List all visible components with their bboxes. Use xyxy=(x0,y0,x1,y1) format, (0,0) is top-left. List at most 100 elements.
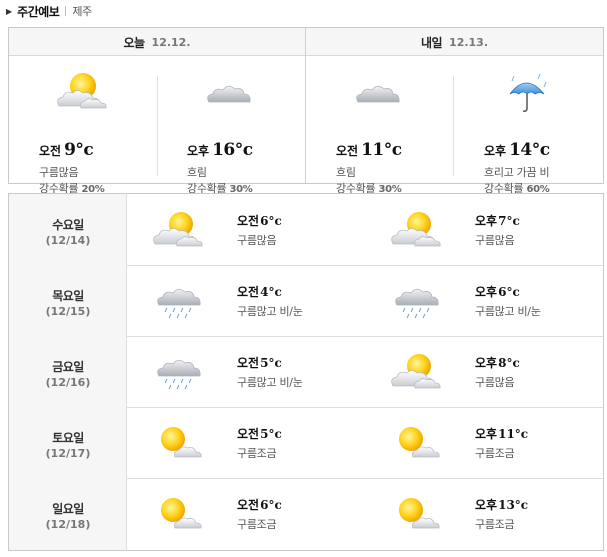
week-row: 금요일 (12/16) 오전 5°c 구름많고 비/눈 오후 8°c 구름많음 xyxy=(9,336,603,408)
cloudy-icon xyxy=(207,85,251,103)
forecast-pm: 오후 8°c 구름많음 xyxy=(367,336,597,407)
temperature: 오전 6°c xyxy=(237,212,282,229)
condition-text: 구름조금 xyxy=(475,518,515,531)
condition-text: 구름조금 xyxy=(237,518,277,531)
condition-text: 구름많음 xyxy=(475,234,515,247)
today-date: 12.12. xyxy=(151,35,191,49)
condition-text: 구름많고 비/눈 xyxy=(237,376,303,389)
day-headers: 오늘 12.12. 내일 12.13. xyxy=(9,28,603,56)
period-label: 오전 xyxy=(237,356,260,370)
period-label: 오전 xyxy=(237,427,260,441)
rain-snow-icon xyxy=(157,359,201,390)
period-label: 오전 xyxy=(237,214,260,228)
temperature-value: 4°c xyxy=(260,285,282,299)
triangle-bullet-icon: ▶ xyxy=(6,6,13,16)
partly-cloudy-icon xyxy=(391,212,441,247)
condition-text: 흐리고 가끔 비 xyxy=(484,166,550,179)
temperature-value: 6°c xyxy=(260,214,282,228)
partly-cloudy-icon xyxy=(391,354,441,389)
week-row: 토요일 (12/17) 오전 5°c 구름조금 오후 11°c 구름조금 xyxy=(9,407,603,479)
sun-cloud-small-icon xyxy=(399,498,440,529)
sun-cloud-small-icon xyxy=(161,427,202,458)
forecast-am: 오전 5°c 구름조금 xyxy=(129,407,359,478)
day-name: 목요일 xyxy=(52,289,84,303)
temperature-value: 11°c xyxy=(498,427,529,441)
week-row: 일요일 (12/18) 오전 6°c 구름조금 오후 13°c 구름조금 xyxy=(9,478,603,550)
forecast-pm: 오후 11°c 구름조금 xyxy=(367,407,597,478)
temperature-value: 5°c xyxy=(260,356,282,370)
day-name: 금요일 xyxy=(52,360,84,374)
day-name: 토요일 xyxy=(52,431,84,445)
period-label: 오전 xyxy=(336,144,359,158)
period-label: 오후 xyxy=(475,427,498,441)
condition-text: 구름많음 xyxy=(237,234,277,247)
forecast-am: 오전 6°c 구름많음 xyxy=(129,194,359,265)
condition-text: 구름많고 비/눈 xyxy=(475,305,541,318)
period-label: 오전 xyxy=(237,498,260,512)
temperature-value: 6°c xyxy=(498,285,520,299)
today-tomorrow-panel: 오늘 12.12. 내일 12.13. 오전 9°c 구름많음 강수확률 20%… xyxy=(8,27,604,195)
forecast-cell-today-am: 오전 9°c 구름많음 강수확률 20% xyxy=(9,56,157,195)
tomorrow-header: 내일 12.13. xyxy=(306,28,603,56)
temperature-value: 5°c xyxy=(260,427,282,441)
period-label: 오후 xyxy=(475,356,498,370)
forecast-am: 오전 5°c 구름많고 비/눈 xyxy=(129,336,359,407)
day-date: (12/17) xyxy=(45,447,91,460)
period-label: 오후 xyxy=(475,285,498,299)
tomorrow-date: 12.13. xyxy=(449,35,489,49)
sun-cloud-small-icon xyxy=(399,427,440,458)
temperature-value: 9°c xyxy=(64,140,94,160)
condition-text: 흐림 xyxy=(336,166,356,179)
condition-text: 구름많음 xyxy=(39,166,79,179)
day-name: 일요일 xyxy=(52,502,84,516)
forecast-cell-tomorrow-am: 오전 11°c 흐림 강수확률 30% xyxy=(306,56,454,195)
temperature-value: 11°c xyxy=(361,140,402,160)
cloudy-icon xyxy=(356,85,400,103)
period-label: 오후 xyxy=(475,214,498,228)
section-header: ▶ 주간예보 제주 xyxy=(6,2,92,20)
forecast-pm: 오후 13°c 구름조금 xyxy=(367,478,597,550)
weekly-forecast-table: 수요일 (12/14) 오전6°c 구름많음 오후7°c 구름많음 목요일 xyxy=(8,193,604,551)
condition-text: 구름많음 xyxy=(475,376,515,389)
temperature: 오전 5°c xyxy=(237,425,282,442)
partly-cloudy-icon xyxy=(153,212,203,247)
temperature: 오전 6°c xyxy=(237,496,282,513)
today-label: 오늘 xyxy=(123,35,145,50)
temperature-value: 7°c xyxy=(498,214,520,228)
condition-text: 구름조금 xyxy=(237,447,277,460)
day-cell: 목요일 (12/15) xyxy=(9,265,127,336)
partly-cloudy-icon xyxy=(57,73,107,109)
umbrella-icon xyxy=(509,73,547,112)
day-date: (12/18) xyxy=(45,518,91,531)
section-title: 주간예보 xyxy=(17,4,60,19)
temperature: 오후 13°c xyxy=(475,496,528,513)
temperature: 오전 4°c xyxy=(237,283,282,300)
week-row: 목요일 (12/15) 오전 4°c 구름많고 비/눈 오후 6°c 구름많고 비/… xyxy=(9,265,603,337)
day-name: 수요일 xyxy=(52,218,84,232)
forecast-pm: 오후 6°c 구름많고 비/눈 xyxy=(367,265,597,336)
temperature-value: 14°c xyxy=(509,140,550,160)
condition-text: 구름조금 xyxy=(475,447,515,460)
divider xyxy=(65,6,67,16)
day-cell: 금요일 (12/16) xyxy=(9,336,127,407)
period-label: 오후 xyxy=(484,144,507,158)
temperature: 오후 11°c xyxy=(475,425,528,442)
rain-snow-icon xyxy=(157,288,201,319)
condition-text: 구름많고 비/눈 xyxy=(237,305,303,318)
period-label: 오후 xyxy=(475,498,498,512)
temperature: 오전 5°c xyxy=(237,354,282,371)
temperature: 오전 11°c xyxy=(336,140,402,160)
condition-text: 흐림 xyxy=(187,166,207,179)
forecast-pm: 오후 7°c 구름많음 xyxy=(367,194,597,265)
forecast-cell-tomorrow-pm: 오후 14°c 흐리고 가끔 비 강수확률 60% xyxy=(454,56,602,195)
temperature: 오후 6°c xyxy=(475,283,520,300)
period-label: 오후 xyxy=(187,144,210,158)
temperature-value: 6°c xyxy=(260,498,282,512)
sun-cloud-small-icon xyxy=(161,498,202,529)
temperature-value: 8°c xyxy=(498,356,520,370)
temperature: 오후 8°c xyxy=(475,354,520,371)
forecast-cell-today-pm: 오후 16°c 흐림 강수확률 30% xyxy=(157,56,305,195)
temperature: 오전 9°c xyxy=(39,140,94,160)
rain-snow-icon xyxy=(395,288,439,319)
day-date: (12/15) xyxy=(45,305,91,318)
